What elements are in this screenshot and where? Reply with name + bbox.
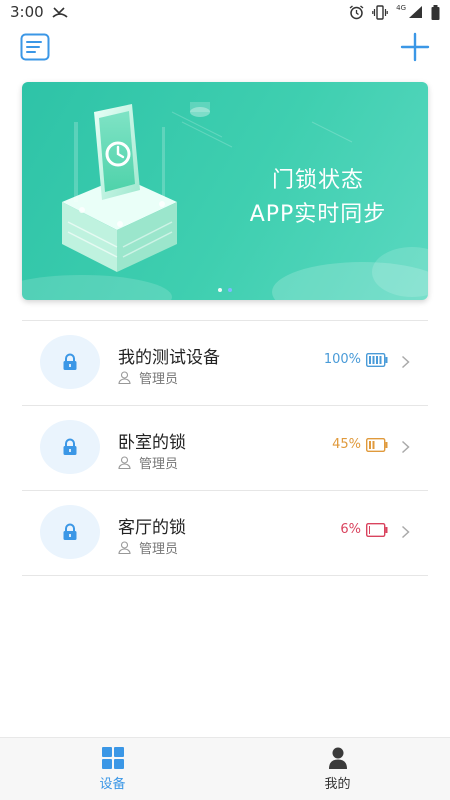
vibrate-icon <box>372 4 388 20</box>
alarm-icon <box>349 4 364 20</box>
menu-list-icon[interactable] <box>20 33 50 61</box>
device-row[interactable]: 我的测试设备 管理员 100% <box>22 321 428 406</box>
battery-status-icon <box>431 4 440 20</box>
device-role-label: 管理员 <box>139 457 179 472</box>
device-role: 管理员 <box>118 538 178 557</box>
carousel-dots <box>22 288 428 292</box>
battery-full-icon <box>366 352 388 367</box>
device-list: 我的测试设备 管理员 100% 卧室的锁 管理员 45% 客厅的锁 管理员 6% <box>22 320 428 576</box>
signal-icon <box>408 5 423 19</box>
battery-percent: 6% <box>340 522 361 537</box>
top-bar <box>0 28 450 68</box>
device-row[interactable]: 客厅的锁 管理员 6% <box>22 491 428 576</box>
device-name: 客厅的锁 <box>118 518 186 538</box>
status-bar: 3:00 4G <box>0 0 450 24</box>
tab-devices-label: 设备 <box>99 776 126 792</box>
chevron-right-icon <box>401 525 410 539</box>
person-icon <box>328 747 347 769</box>
status-time: 3:00 <box>10 3 44 21</box>
promo-banner[interactable]: 门锁状态 APP实时同步 <box>22 82 428 300</box>
device-name: 卧室的锁 <box>118 433 186 453</box>
device-row[interactable]: 卧室的锁 管理员 45% <box>22 406 428 491</box>
tab-mine[interactable]: 我的 <box>225 738 450 800</box>
battery-percent: 45% <box>332 437 361 452</box>
bottom-tab-bar: 设备 我的 <box>0 737 450 800</box>
user-icon <box>118 541 131 554</box>
battery-half-icon <box>366 437 388 452</box>
lock-icon <box>40 505 100 559</box>
lock-icon <box>40 335 100 389</box>
missed-call-icon <box>52 6 68 18</box>
user-icon <box>118 371 131 384</box>
network-type: 4G <box>396 4 406 12</box>
carousel-dot[interactable] <box>218 288 222 292</box>
device-role: 管理员 <box>118 368 178 387</box>
banner-line-1: 门锁状态 <box>271 168 364 193</box>
carousel-dot-active[interactable] <box>228 288 232 292</box>
add-device-button[interactable] <box>400 32 430 62</box>
battery-low-icon <box>366 522 388 537</box>
battery-indicator: 6% <box>340 522 388 537</box>
lock-icon <box>40 420 100 474</box>
grid-icon <box>101 746 124 769</box>
user-icon <box>118 456 131 469</box>
device-name: 我的测试设备 <box>118 348 220 368</box>
device-role: 管理员 <box>118 453 178 472</box>
tab-devices[interactable]: 设备 <box>0 738 225 800</box>
tab-mine-label: 我的 <box>324 776 351 792</box>
banner-text: 门锁状态 APP实时同步 <box>218 164 418 232</box>
device-role-label: 管理员 <box>139 372 179 387</box>
chevron-right-icon <box>401 355 410 369</box>
device-role-label: 管理员 <box>139 542 179 557</box>
battery-percent: 100% <box>323 352 361 367</box>
chevron-right-icon <box>401 440 410 454</box>
banner-line-2: APP实时同步 <box>249 202 387 227</box>
battery-indicator: 100% <box>324 352 388 367</box>
battery-indicator: 45% <box>332 437 388 452</box>
